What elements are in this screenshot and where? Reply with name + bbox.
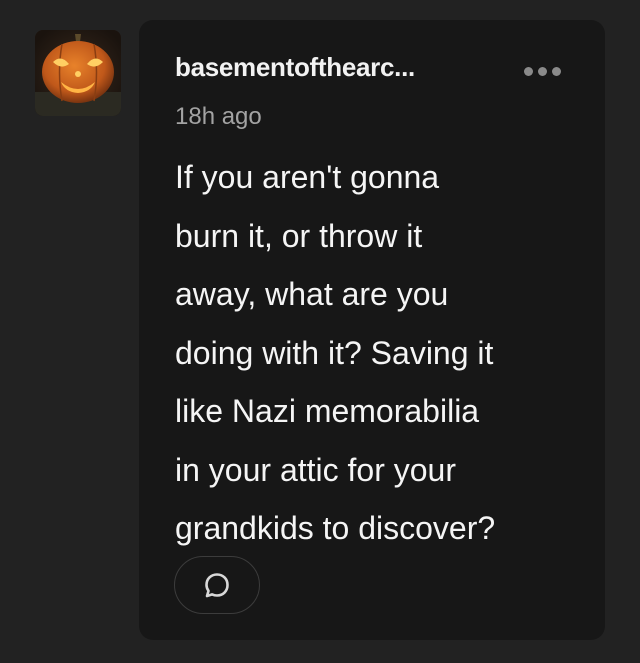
more-options-button[interactable] xyxy=(518,60,566,82)
username[interactable]: basementofthearc... xyxy=(175,52,415,83)
post-body: If you aren't gonna burn it, or throw it… xyxy=(175,148,595,558)
post-body-line: doing with it? Saving it xyxy=(175,334,494,371)
more-horizontal-icon xyxy=(523,66,533,76)
reply-button[interactable] xyxy=(174,556,260,614)
speech-bubble-icon xyxy=(205,573,229,598)
post-body-line: If you aren't gonna xyxy=(175,159,440,195)
page: basementofthearc... 18h ago If you aren'… xyxy=(0,0,640,663)
post-body-line: away, what are you xyxy=(175,276,449,312)
avatar[interactable] xyxy=(35,30,121,116)
pumpkin-avatar-image xyxy=(35,30,121,116)
post-body-line: burn it, or throw it xyxy=(175,217,423,254)
more-horizontal-icon-dot xyxy=(551,66,561,76)
post-body-line: grandkids to discover? xyxy=(175,510,496,546)
post-body-line: like Nazi memorabilia xyxy=(175,393,480,429)
more-horizontal-icon-dot xyxy=(537,66,547,76)
post-timestamp: 18h ago xyxy=(175,103,262,130)
post-body-line: in your attic for your xyxy=(175,451,456,488)
